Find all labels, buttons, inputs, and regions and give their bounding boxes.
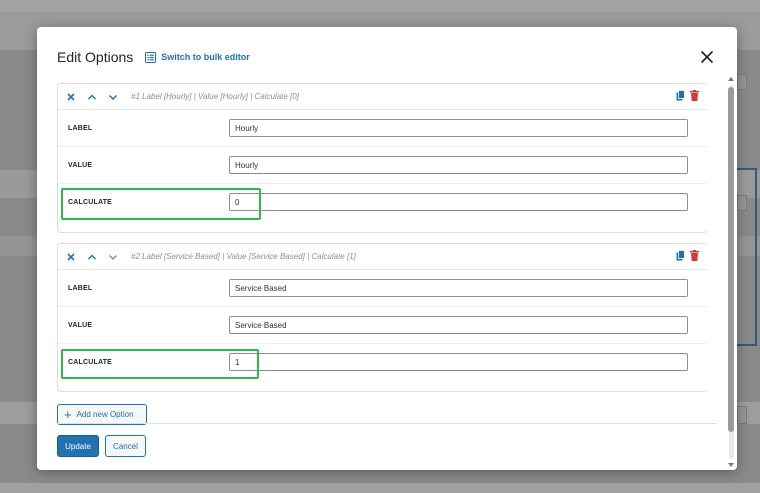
field-label: LABEL [68,124,93,132]
chevron-down-icon[interactable] [106,90,120,104]
value-input[interactable] [229,156,688,174]
options-list: #1 Label [Hourly] | Value [Hourly] | Cal… [57,82,707,424]
cancel-button[interactable]: Cancel [105,435,146,457]
plus-icon: + [64,407,72,422]
chevron-up-icon[interactable] [85,250,99,264]
label-row: LABEL [58,110,707,147]
calculate-row: CALCULATE [58,184,707,220]
add-option-label: Add new Option [76,410,134,419]
scroll-down-icon[interactable] [728,463,734,467]
option-card-header: #1 Label [Hourly] | Value [Hourly] | Cal… [58,84,707,110]
option-card: #1 Label [Hourly] | Value [Hourly] | Cal… [57,83,707,233]
label-row: LABEL [58,270,707,307]
trash-icon[interactable] [690,90,699,101]
trash-icon[interactable] [690,250,699,261]
modal-title: Edit Options [57,49,134,65]
value-row: VALUE [58,147,707,184]
x-icon[interactable] [64,90,78,104]
calculate-input[interactable] [229,353,688,371]
field-label: VALUE [68,321,93,329]
calculate-row: CALCULATE [58,344,707,380]
copy-icon[interactable] [676,90,685,101]
add-new-option-button[interactable]: + Add new Option [57,404,147,425]
modal-header: Edit Options Switch to bulk editor [57,47,717,67]
bg-box [737,74,747,90]
chevron-up-icon[interactable] [85,90,99,104]
footer-divider [57,423,717,424]
field-label: CALCULATE [68,198,113,206]
option-summary: #1 Label [Hourly] | Value [Hourly] | Cal… [131,92,299,101]
bg-box [737,195,747,211]
value-input[interactable] [229,316,688,334]
field-label: CALCULATE [68,358,113,366]
update-button[interactable]: Update [57,435,99,457]
field-label: LABEL [68,284,93,292]
option-summary: #2 Label [Service Based] | Value [Servic… [131,252,356,261]
scrollbar-thumb[interactable] [728,87,734,432]
modal-scrollbar[interactable] [727,77,735,470]
bg-box [737,406,747,424]
label-input[interactable] [229,119,688,137]
field-label: VALUE [68,161,93,169]
label-input[interactable] [229,279,688,297]
value-row: VALUE [58,307,707,344]
copy-icon[interactable] [676,250,685,261]
x-icon[interactable] [64,250,78,264]
bg-bar [0,483,760,493]
calculate-input[interactable] [229,193,688,211]
close-icon[interactable] [697,47,717,67]
switch-bulk-editor-link[interactable]: Switch to bulk editor [145,51,250,63]
option-card-header: #2 Label [Service Based] | Value [Servic… [58,244,707,270]
chevron-down-icon[interactable] [106,250,120,264]
bg-bar [0,0,760,12]
edit-options-modal: Edit Options Switch to bulk editor #1 La… [37,27,737,470]
option-card: #2 Label [Service Based] | Value [Servic… [57,243,707,392]
bulk-editor-label: Switch to bulk editor [161,52,250,62]
list-icon [145,51,157,63]
scroll-up-icon[interactable] [728,77,734,81]
